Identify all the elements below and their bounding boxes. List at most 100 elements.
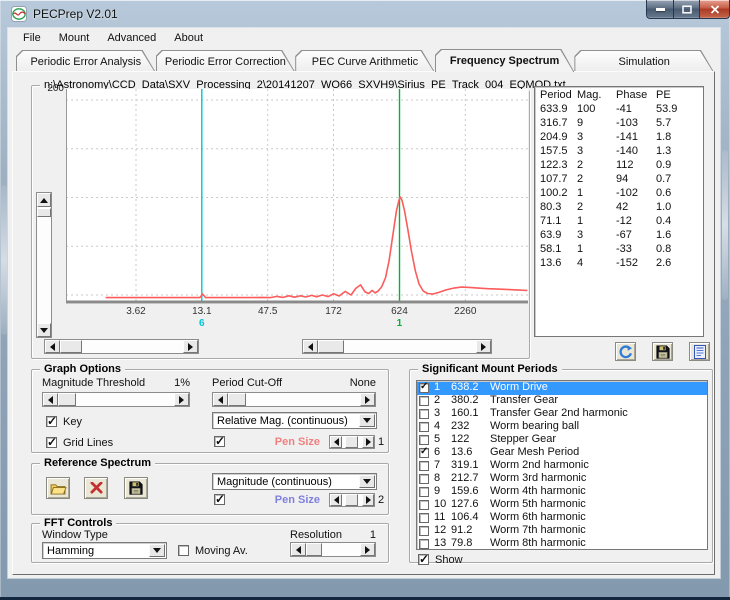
save-button[interactable] xyxy=(652,342,673,361)
x-tick-label: 172 xyxy=(325,306,342,317)
close-button[interactable] xyxy=(700,0,730,19)
period-checkbox[interactable] xyxy=(419,487,429,497)
table-row[interactable]: 13.6 4 -152 2.6 xyxy=(535,257,703,271)
moving-av-checkbox[interactable] xyxy=(178,545,189,556)
scroll-left-button[interactable] xyxy=(213,393,228,406)
clear-reference-button[interactable] xyxy=(84,477,108,499)
app-window: PECPrep V2.01 FileMountAdvancedAbout Per… xyxy=(0,0,730,600)
slider-thumb[interactable] xyxy=(228,393,246,406)
period-checkbox[interactable] xyxy=(419,474,429,484)
key-checkbox[interactable] xyxy=(46,416,57,427)
reference-pen-checkbox[interactable] xyxy=(214,494,225,505)
dropdown-button[interactable] xyxy=(149,544,165,557)
menu-item[interactable]: Advanced xyxy=(98,30,165,46)
magnitude-threshold-slider[interactable] xyxy=(42,392,190,407)
pe-value: 1.0 xyxy=(656,201,671,213)
scroll-right-button[interactable] xyxy=(174,393,189,406)
scroll-up-button[interactable] xyxy=(37,193,51,207)
scroll-right-button[interactable] xyxy=(360,393,375,406)
scrollbar-thumb[interactable] xyxy=(37,208,51,217)
period-checkbox[interactable] xyxy=(419,526,429,536)
period-checkbox[interactable] xyxy=(419,461,429,471)
resolution-slider[interactable] xyxy=(290,542,376,557)
scroll-right-button[interactable] xyxy=(362,494,374,506)
scroll-left-button[interactable] xyxy=(330,436,342,448)
menu-item[interactable]: File xyxy=(14,30,50,46)
tab[interactable]: Periodic Error Correction xyxy=(156,50,296,72)
list-item[interactable]: 13 79.8 Worm 8th harmonic xyxy=(417,538,707,550)
period-checkbox[interactable] xyxy=(419,513,429,523)
table-row[interactable]: 58.1 1 -33 0.8 xyxy=(535,243,703,257)
period-checkbox[interactable] xyxy=(419,383,429,393)
period-checkbox[interactable] xyxy=(419,396,429,406)
period-index: 9 xyxy=(434,485,440,497)
scroll-left-button[interactable] xyxy=(291,543,306,556)
period-checkbox[interactable] xyxy=(419,500,429,510)
dropdown-button[interactable] xyxy=(359,475,375,488)
mag-value: 3 xyxy=(577,131,583,143)
grid-lines-checkbox[interactable] xyxy=(46,437,57,448)
scroll-down-button[interactable] xyxy=(37,323,51,337)
table-row[interactable]: 157.5 3 -140 1.3 xyxy=(535,145,703,159)
maximize-button[interactable] xyxy=(674,0,700,19)
period-checkbox[interactable] xyxy=(419,448,429,458)
table-row[interactable]: 63.9 3 -67 1.6 xyxy=(535,229,703,243)
table-row[interactable]: 316.7 9 -103 5.7 xyxy=(535,117,703,131)
period-checkbox[interactable] xyxy=(419,422,429,432)
scroll-left-button[interactable] xyxy=(330,494,342,506)
open-reference-button[interactable] xyxy=(46,477,70,499)
scroll-right-button[interactable] xyxy=(362,436,374,448)
show-checkbox[interactable] xyxy=(418,554,429,565)
dropdown-button[interactable] xyxy=(359,414,375,427)
refresh-button[interactable] xyxy=(615,342,636,361)
period-name: Gear Mesh Period xyxy=(490,446,579,458)
chart-horizontal-scrollbar-left[interactable] xyxy=(44,339,199,354)
table-row[interactable]: 71.1 1 -12 0.4 xyxy=(535,215,703,229)
pe-value: 1.3 xyxy=(656,145,671,157)
table-row[interactable]: 204.9 3 -141 1.8 xyxy=(535,131,703,145)
period-checkbox[interactable] xyxy=(419,539,429,549)
table-row[interactable]: 122.3 2 112 0.9 xyxy=(535,159,703,173)
tab[interactable]: PEC Curve Arithmetic xyxy=(295,50,435,72)
slider-thumb[interactable] xyxy=(306,543,322,556)
reference-pen-size-stepper[interactable] xyxy=(329,493,375,507)
menu-item[interactable]: About xyxy=(165,30,212,46)
chart-horizontal-scrollbar-right[interactable] xyxy=(302,339,492,354)
window-type-dropdown[interactable]: Hamming xyxy=(42,542,167,559)
scroll-left-button[interactable] xyxy=(45,340,60,353)
scroll-left-button[interactable] xyxy=(43,393,58,406)
tab[interactable]: Frequency Spectrum xyxy=(435,49,575,72)
slider-thumb[interactable] xyxy=(345,436,358,448)
tab[interactable]: Simulation xyxy=(574,50,714,72)
save-reference-button[interactable] xyxy=(124,477,148,499)
scroll-left-button[interactable] xyxy=(303,340,318,353)
spectrum-pen-checkbox[interactable] xyxy=(214,436,225,447)
pen-size-label: Pen Size xyxy=(260,436,320,448)
chart-vertical-scrollbar[interactable] xyxy=(36,192,52,338)
table-row[interactable]: 633.9 100 -41 53.9 xyxy=(535,103,703,117)
scroll-right-button[interactable] xyxy=(476,340,491,353)
reference-mode-dropdown[interactable]: Magnitude (continuous) xyxy=(212,473,377,490)
slider-thumb[interactable] xyxy=(345,494,358,506)
table-row[interactable]: 107.7 2 94 0.7 xyxy=(535,173,703,187)
spectrum-peaks-list[interactable]: Period Mag. Phase PE 633.9 100 -41 53.9 xyxy=(534,86,704,337)
table-row[interactable]: 80.3 2 42 1.0 xyxy=(535,201,703,215)
period-checkbox[interactable] xyxy=(419,409,429,419)
period-cutoff-slider[interactable] xyxy=(212,392,376,407)
scrollbar-thumb[interactable] xyxy=(60,340,82,353)
spectrum-mode-dropdown[interactable]: Relative Mag. (continuous) xyxy=(212,412,377,429)
minimize-button[interactable] xyxy=(646,0,674,19)
scrollbar-thumb[interactable] xyxy=(318,340,344,353)
scroll-right-button[interactable] xyxy=(360,543,375,556)
spectrum-pen-size-stepper[interactable] xyxy=(329,435,375,449)
report-button[interactable] xyxy=(689,342,710,361)
mount-periods-list[interactable]: 1 638.2 Worm Drive 2 380.2 Transfer Gear xyxy=(416,380,708,550)
menu-item[interactable]: Mount xyxy=(50,30,99,46)
period-checkbox[interactable] xyxy=(419,435,429,445)
slider-thumb[interactable] xyxy=(58,393,76,406)
tab-label: Frequency Spectrum xyxy=(450,55,559,67)
scroll-right-button[interactable] xyxy=(183,340,198,353)
title-bar[interactable]: PECPrep V2.01 xyxy=(0,0,730,28)
tab[interactable]: Periodic Error Analysis xyxy=(16,50,156,72)
table-row[interactable]: 100.2 1 -102 0.6 xyxy=(535,187,703,201)
